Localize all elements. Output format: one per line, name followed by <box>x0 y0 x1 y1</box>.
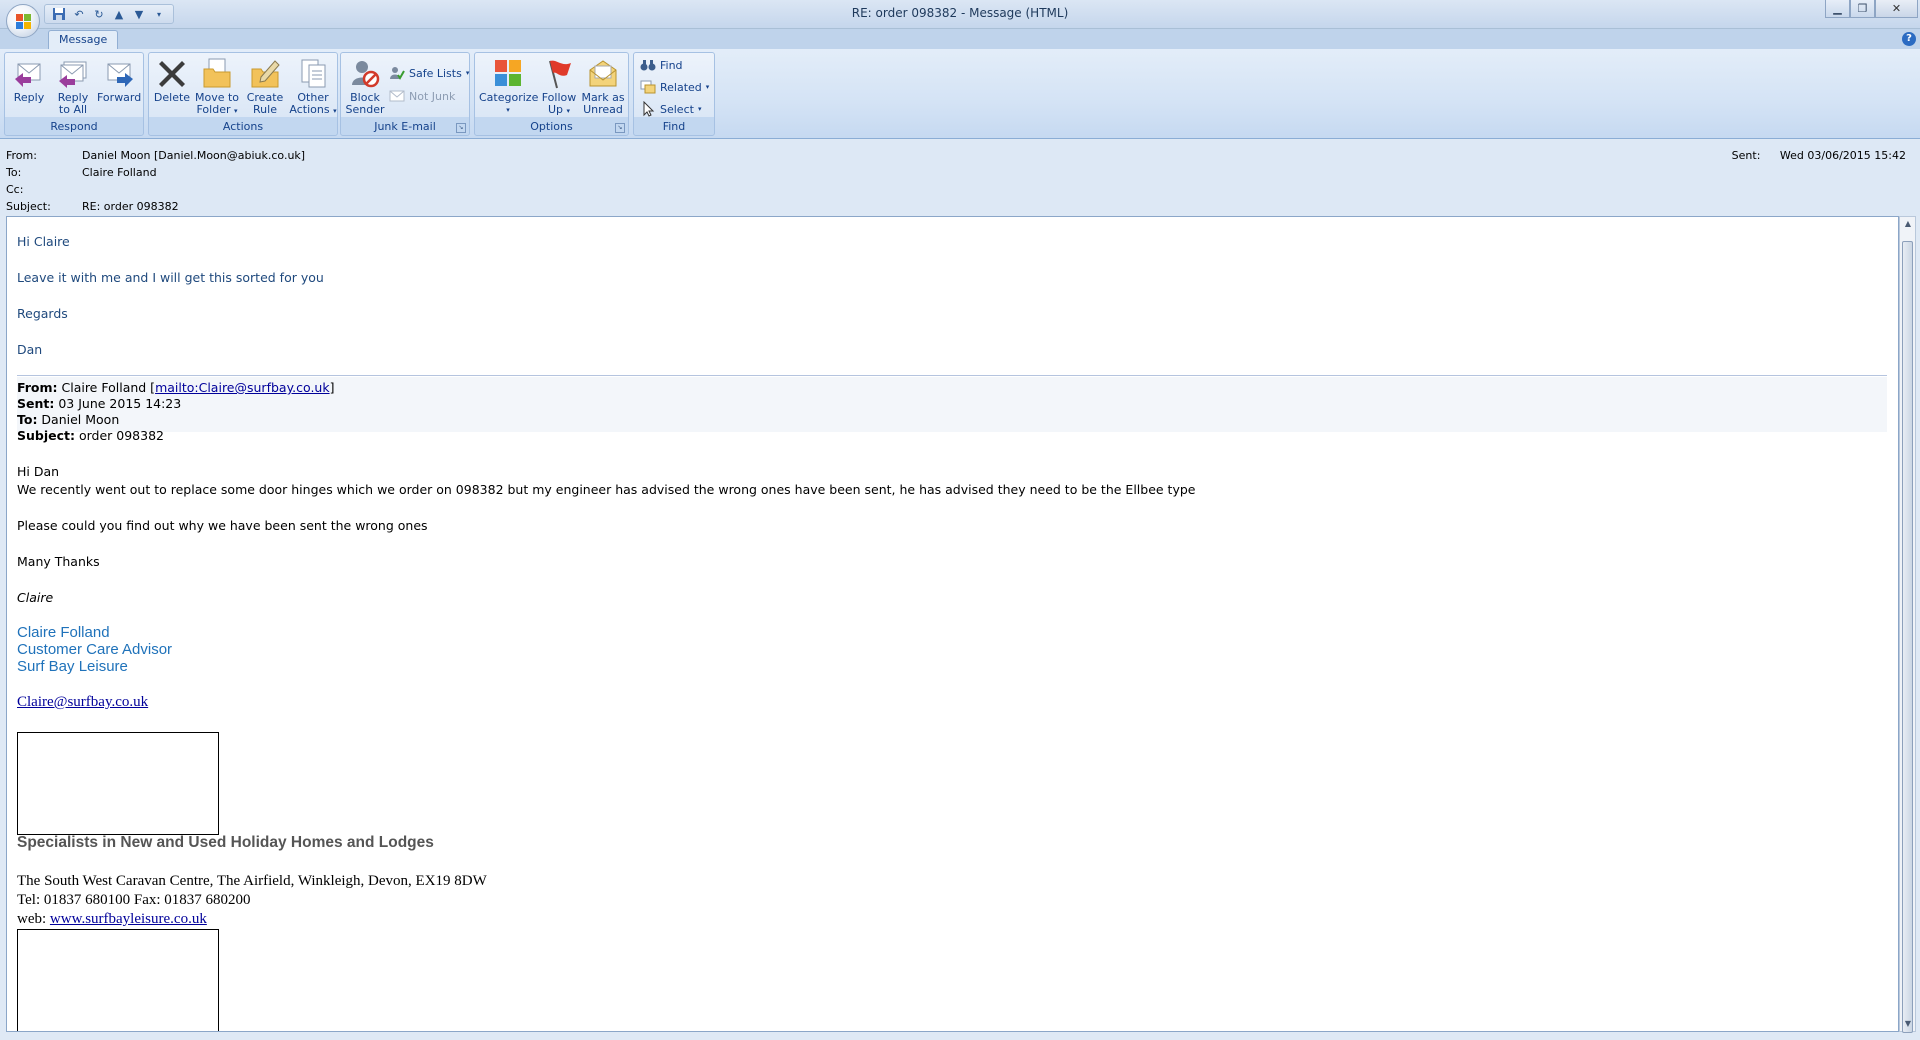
cc-row: Cc: <box>6 183 24 196</box>
forward-button[interactable]: Forward <box>97 55 141 121</box>
forward-icon <box>103 57 135 89</box>
footer-image-placeholder <box>17 929 219 1031</box>
window-title: RE: order 098382 - Message (HTML) <box>851 6 1069 20</box>
minimize-button[interactable]: ▁ <box>1825 0 1850 18</box>
group-label-actions: Actions <box>222 120 264 133</box>
help-icon[interactable]: ? <box>1902 32 1916 46</box>
junk-email-dialog-launcher[interactable]: ↘ <box>456 123 466 133</box>
reply-all-button[interactable]: Reply to All <box>53 55 93 121</box>
ribbon: Reply Reply to All Forward Respond Delet… <box>0 49 1920 139</box>
quoted-from: From: Claire Folland [mailto:Claire@surf… <box>17 380 335 395</box>
other-actions-button[interactable]: Other Actions ▾ <box>289 55 337 121</box>
flag-icon <box>543 57 575 89</box>
office-logo-icon <box>16 14 32 30</box>
folder-move-icon <box>201 57 233 89</box>
reply-line: Leave it with me and I will get this sor… <box>17 270 324 285</box>
safe-lists-button[interactable]: Safe Lists ▾ <box>389 63 469 83</box>
quoted-name: Claire <box>17 590 54 605</box>
sent-row: Sent: Wed 03/06/2015 15:42 <box>1731 149 1906 162</box>
quoted-to: To: Daniel Moon <box>17 412 120 427</box>
company-phone: Tel: 01837 680100 Fax: 01837 680200 <box>17 892 251 908</box>
binoculars-icon <box>640 57 656 73</box>
not-junk-icon <box>389 88 405 104</box>
other-actions-icon <box>297 57 329 89</box>
subject-row: Subject: RE: order 098382 <box>6 200 179 216</box>
move-to-folder-button[interactable]: Move to Folder ▾ <box>193 55 241 121</box>
signature-image-placeholder <box>17 732 219 835</box>
not-junk-button[interactable]: Not Junk <box>389 86 455 106</box>
mark-unread-icon <box>587 57 619 89</box>
quoted-sent: Sent: 03 June 2015 14:23 <box>17 396 182 411</box>
reply-all-icon <box>57 57 89 89</box>
quoted-line-2: Please could you find out why we have be… <box>17 518 428 533</box>
tab-message[interactable]: Message <box>48 30 119 49</box>
group-label-respond: Respond <box>50 120 98 133</box>
company-address: The South West Caravan Centre, The Airfi… <box>17 873 487 889</box>
mark-as-unread-button[interactable]: Mark as Unread <box>581 55 625 121</box>
group-junk-email: Block Sender Safe Lists ▾ Not Junk Junk E… <box>340 52 470 136</box>
reply-regards: Regards <box>17 306 68 321</box>
create-rule-button[interactable]: Create Rule <box>243 55 287 121</box>
to-row: To: Claire Folland <box>6 166 157 182</box>
quoted-from-email-link[interactable]: mailto:Claire@surfbay.co.uk <box>155 380 330 395</box>
related-button[interactable]: Related ▾ <box>640 77 709 97</box>
message-header: From: Daniel Moon [Daniel.Moon@abiuk.co.… <box>0 140 1920 216</box>
related-icon <box>640 79 656 95</box>
group-respond: Reply Reply to All Forward Respond <box>4 52 144 136</box>
delete-icon <box>156 57 188 89</box>
vertical-scrollbar[interactable]: ▲ ▼ <box>1899 216 1916 1033</box>
from-value[interactable]: Daniel Moon [Daniel.Moon@abiuk.co.uk] <box>82 149 305 165</box>
reply-signoff: Dan <box>17 342 43 357</box>
scroll-up-icon[interactable]: ▲ <box>1903 219 1913 229</box>
close-button[interactable]: ✕ <box>1875 0 1918 18</box>
ribbon-tab-row: Message ? <box>0 29 1920 49</box>
group-label-options: Options <box>530 120 573 133</box>
categorize-button[interactable]: Categorize ▾ <box>479 55 538 121</box>
cursor-icon <box>640 100 656 117</box>
quote-separator <box>17 375 1887 376</box>
group-label-junk-email: Junk E-mail <box>374 120 436 133</box>
from-row: From: Daniel Moon [Daniel.Moon@abiuk.co.… <box>6 149 305 165</box>
scroll-down-icon[interactable]: ▼ <box>1903 1019 1913 1029</box>
create-rule-icon <box>249 57 281 89</box>
block-sender-icon <box>349 57 381 89</box>
sent-value: Wed 03/06/2015 15:42 <box>1779 149 1906 162</box>
signature-company: Surf Bay Leisure <box>17 658 128 675</box>
message-body[interactable]: Hi Claire Leave it with me and I will ge… <box>6 216 1899 1032</box>
company-web: web: www.surfbayleisure.co.uk <box>17 911 207 927</box>
scrollbar-thumb[interactable] <box>1902 241 1913 1033</box>
reply-button[interactable]: Reply <box>9 55 49 121</box>
group-label-find: Find <box>662 120 686 133</box>
group-options: Categorize ▾ Follow Up ▾ Mark as Unread … <box>474 52 629 136</box>
signature-email-link[interactable]: Claire@surfbay.co.uk <box>17 694 148 711</box>
quoted-greeting: Hi Dan <box>17 464 60 479</box>
office-button[interactable] <box>6 4 40 38</box>
to-value[interactable]: Claire Folland <box>82 166 157 182</box>
find-button[interactable]: Find <box>640 55 683 75</box>
company-tagline: Specialists in New and Used Holiday Home… <box>17 834 434 851</box>
website-link[interactable]: www.surfbayleisure.co.uk <box>50 911 207 927</box>
delete-button[interactable]: Delete <box>153 55 191 121</box>
title-bar: ↶ ↻ ▲ ▼ ▾ RE: order 098382 - Message (HT… <box>0 0 1920 29</box>
reply-icon <box>13 57 45 89</box>
restore-button[interactable]: ❐ <box>1850 0 1875 18</box>
quoted-line-1: We recently went out to replace some doo… <box>17 482 1196 497</box>
quoted-subject: Subject: order 098382 <box>17 428 164 443</box>
signature-name: Claire Folland <box>17 624 110 641</box>
group-find: Find Related ▾ Select ▾ Find <box>633 52 715 136</box>
signature-title: Customer Care Advisor <box>17 641 173 658</box>
categorize-icon <box>492 57 524 89</box>
safe-lists-icon <box>389 65 405 81</box>
select-button[interactable]: Select ▾ <box>640 99 701 119</box>
quoted-thanks: Many Thanks <box>17 554 100 569</box>
group-actions: Delete Move to Folder ▾ Create Rule Othe… <box>148 52 338 136</box>
follow-up-button[interactable]: Follow Up ▾ <box>539 55 579 121</box>
block-sender-button[interactable]: Block Sender <box>343 55 387 121</box>
subject-value: RE: order 098382 <box>82 200 179 213</box>
options-dialog-launcher[interactable]: ↘ <box>615 123 625 133</box>
reply-greeting: Hi Claire <box>17 234 70 249</box>
